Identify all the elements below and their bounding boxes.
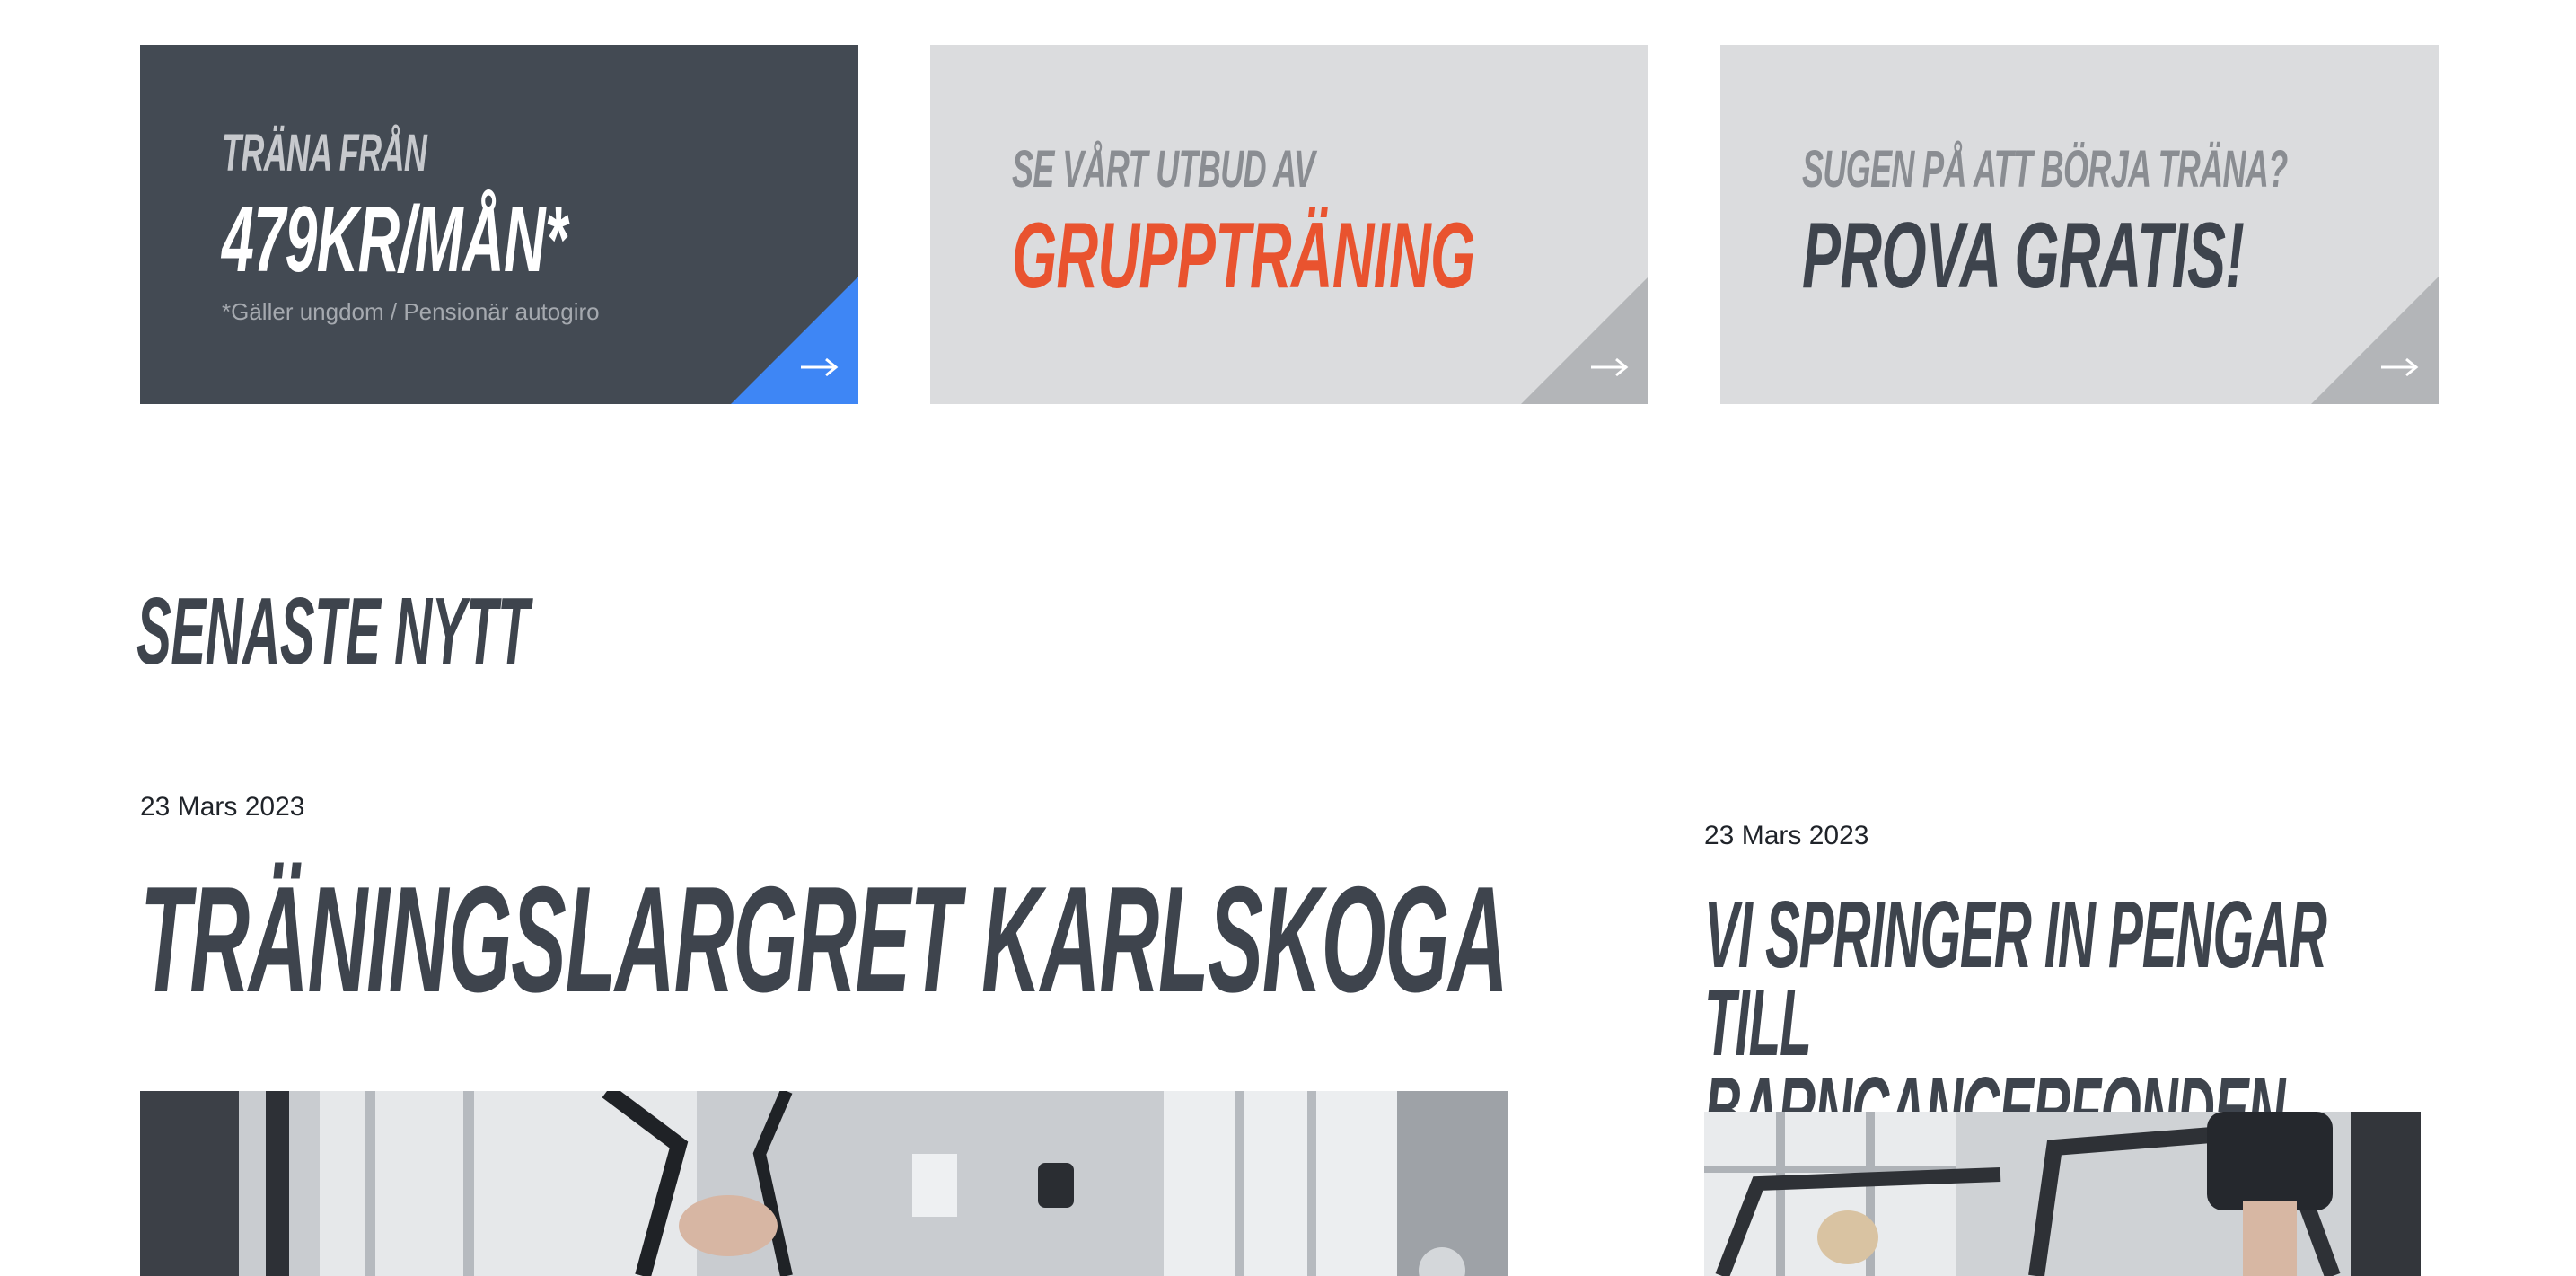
promo-kicker: SUGEN PÅ ATT BÖRJA TRÄNA? [1802, 140, 2288, 198]
arrow-right-icon[interactable] [1589, 357, 1629, 377]
promo-headline: GRUPPTRÄNING [1012, 204, 1475, 308]
news-date: 23 Mars 2023 [1704, 821, 1869, 850]
promo-headline: PROVA GRATIS! [1802, 204, 2245, 308]
gym-photo-illustration [140, 1091, 1508, 1276]
news-date: 23 Mars 2023 [140, 792, 305, 822]
promo-corner [1521, 277, 1648, 404]
news-image[interactable] [140, 1091, 1508, 1276]
treadmill-photo-illustration [1704, 1112, 2421, 1276]
promo-note: *Gäller ungdom / Pensionär autogiro [222, 298, 600, 325]
promo-kicker: SE VÅRT UTBUD AV [1012, 140, 1315, 198]
section-title-latest-news: SENASTE NYTT [136, 578, 530, 684]
promo-corner [2311, 277, 2439, 404]
promo-card-pricing[interactable]: TRÄNA FRÅN 479KR/MÅN* *Gäller ungdom / P… [140, 45, 858, 404]
promo-headline: 479KR/MÅN* [222, 188, 567, 292]
promo-card-free-trial[interactable]: SUGEN PÅ ATT BÖRJA TRÄNA? PROVA GRATIS! [1720, 45, 2439, 404]
promo-corner [731, 277, 858, 404]
promo-card-group-training[interactable]: SE VÅRT UTBUD AV GRUPPTRÄNING [930, 45, 1648, 404]
arrow-right-icon[interactable] [799, 357, 839, 377]
promo-kicker: TRÄNA FRÅN [222, 124, 427, 182]
arrow-right-icon[interactable] [2379, 357, 2419, 377]
news-image[interactable] [1704, 1112, 2421, 1276]
news-title-link[interactable]: TRÄNINGSLARGRET KARLSKOGA [140, 864, 1508, 1015]
